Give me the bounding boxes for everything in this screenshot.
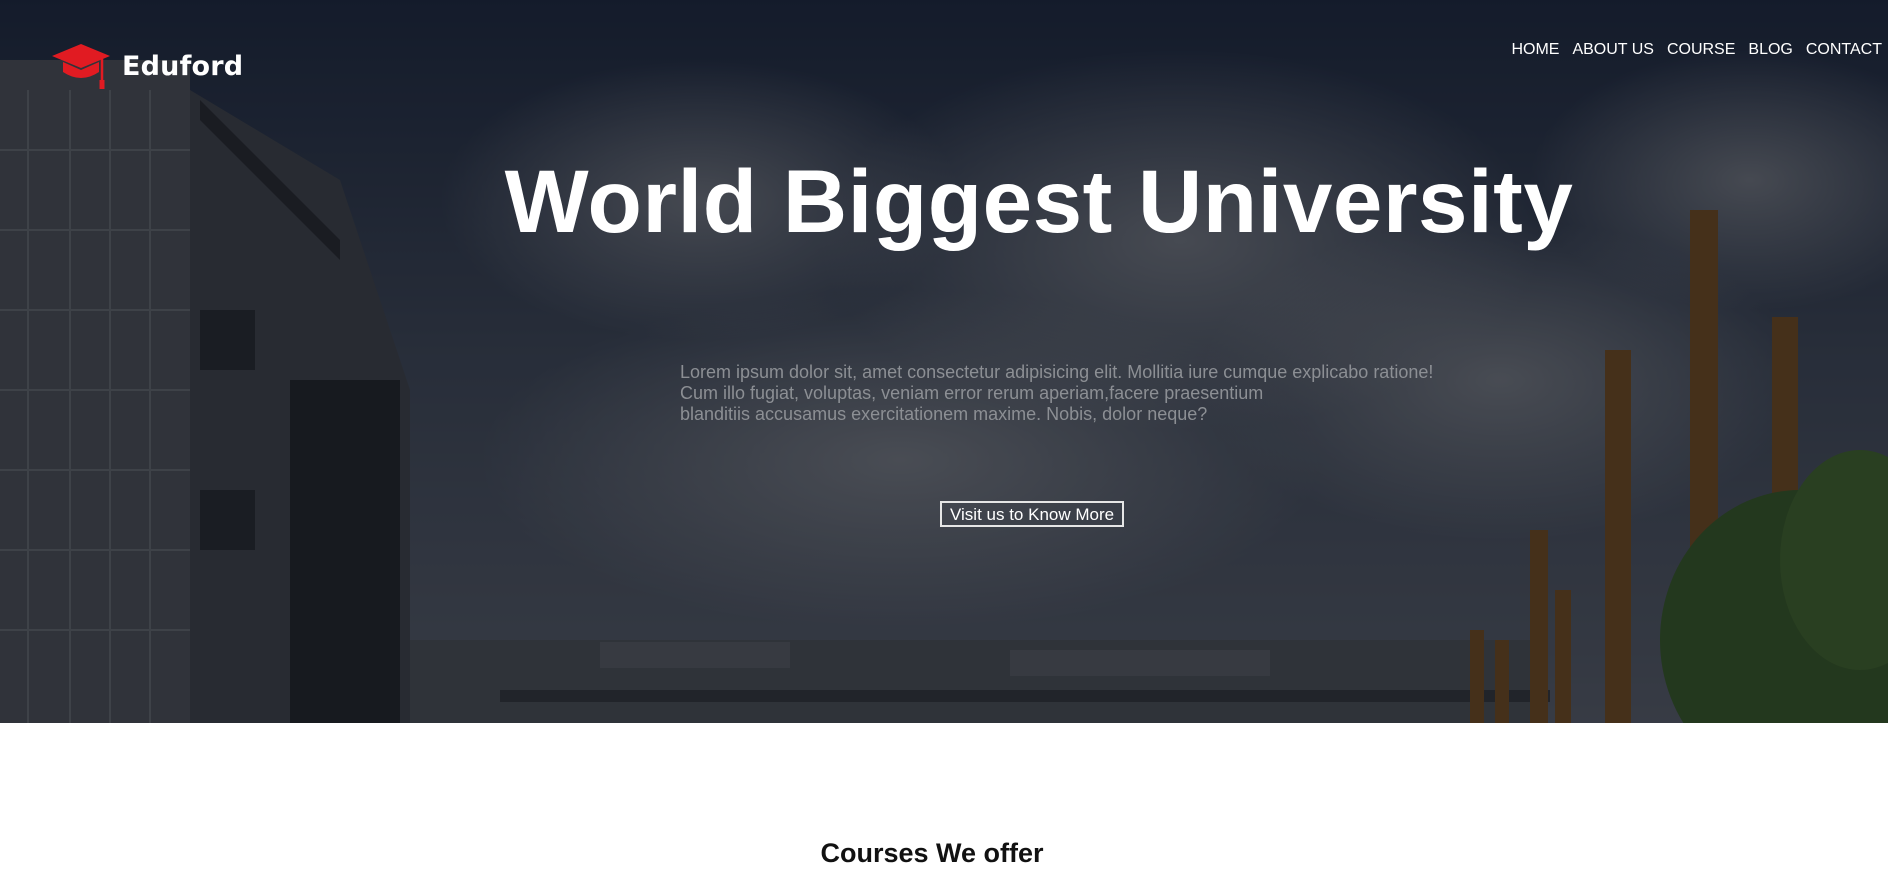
nav-blog[interactable]: BLOG <box>1748 41 1792 59</box>
brand-name: Eduford <box>122 50 244 82</box>
hero-description-line-1: Lorem ipsum dolor sit, amet consectetur … <box>680 362 1434 382</box>
hero-description-line-3: blanditiis accusamus exercitationem maxi… <box>680 404 1208 424</box>
hero-section: Eduford HOME ABOUT US COURSE BLOG CONTAC… <box>0 0 1888 723</box>
graduation-cap-icon <box>52 44 110 89</box>
nav-about-us[interactable]: ABOUT US <box>1572 41 1654 59</box>
main-nav: HOME ABOUT US COURSE BLOG CONTACT <box>1498 41 1882 59</box>
hero-description: Lorem ipsum dolor sit, amet consectetur … <box>680 362 1440 425</box>
courses-heading: Courses We offer <box>820 838 1044 868</box>
visit-us-button[interactable]: Visit us to Know More <box>940 501 1125 527</box>
nav-contact[interactable]: CONTACT <box>1806 41 1882 59</box>
hero-title: World Biggest University <box>504 151 1574 251</box>
nav-home[interactable]: HOME <box>1511 41 1559 59</box>
brand-logo[interactable]: Eduford <box>50 40 243 92</box>
nav-course[interactable]: COURSE <box>1667 41 1735 59</box>
hero-description-line-2: Cum illo fugiat, voluptas, veniam error … <box>680 383 1264 403</box>
